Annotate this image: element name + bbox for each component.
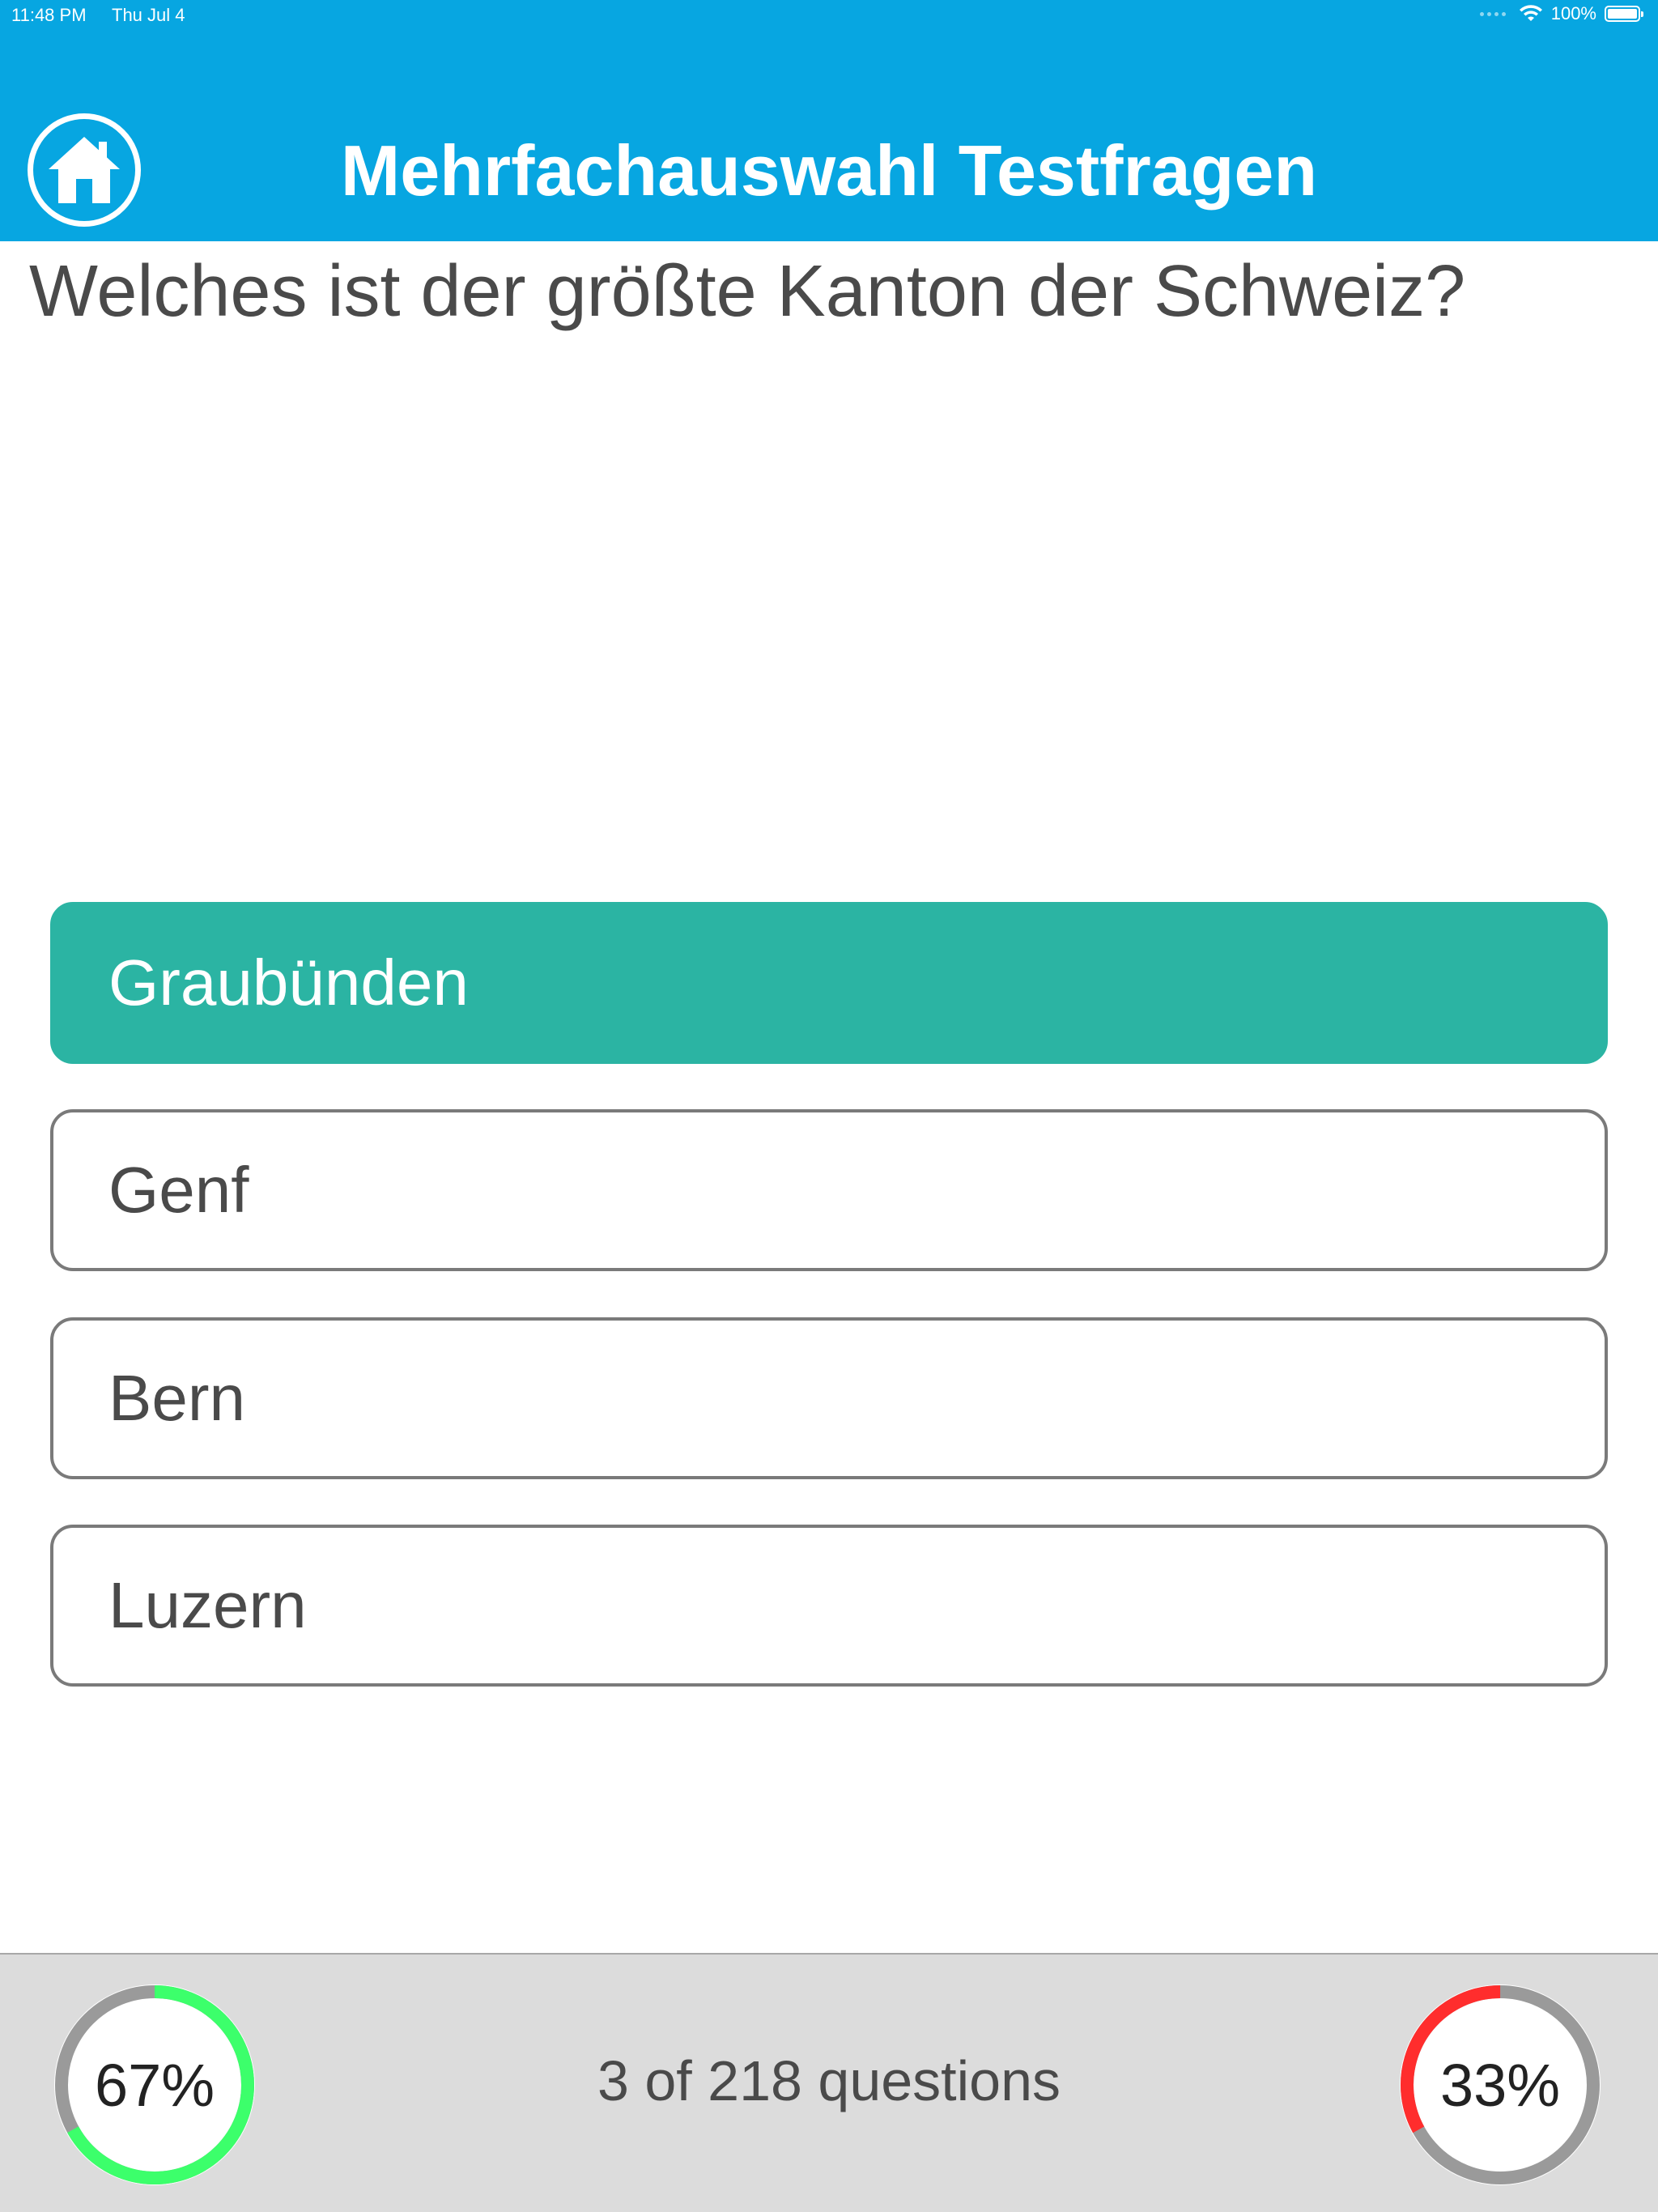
status-bar: 11:48 PM Thu Jul 4 100%	[0, 0, 1658, 32]
battery-percent: 100%	[1550, 3, 1596, 23]
status-time: 11:48 PM	[11, 5, 87, 25]
header-bar: 11:48 PM Thu Jul 4 100% Mehrfachauswahl …	[0, 0, 1658, 241]
question-text: Welches ist der größte Kanton der Schwei…	[29, 251, 1466, 332]
wrong-percent-label: 33%	[1439, 2051, 1561, 2119]
cellular-signal-icon	[1479, 11, 1506, 16]
answer-option-1[interactable]: Graubünden	[50, 902, 1608, 1064]
status-date: Thu Jul 4	[112, 5, 185, 25]
page-title: Mehrfachauswahl Testfragen	[340, 130, 1318, 211]
footer-bar: 67% 3 of 218 questions 33%	[0, 1953, 1658, 2212]
answer-option-3[interactable]: Bern	[50, 1317, 1608, 1479]
wifi-icon	[1519, 5, 1542, 21]
battery-icon	[1605, 6, 1643, 22]
answer-option-4[interactable]: Luzern	[50, 1525, 1608, 1687]
wrong-score-ring: 33%	[1396, 1980, 1605, 2189]
status-indicators: 100%	[1479, 3, 1643, 24]
answer-option-2[interactable]: Genf	[50, 1109, 1608, 1271]
